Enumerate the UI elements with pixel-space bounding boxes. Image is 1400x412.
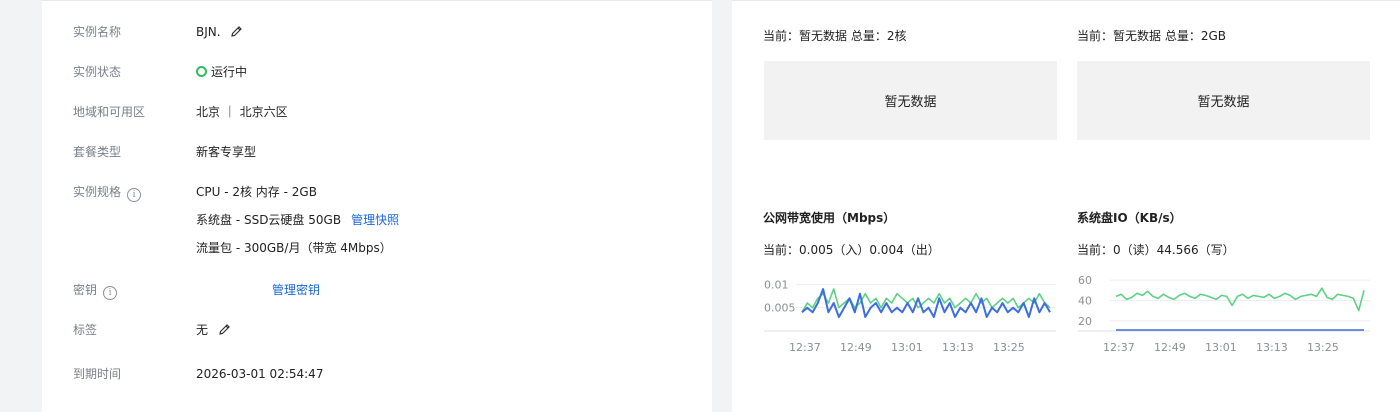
detail-label: 实例名称 xyxy=(73,25,122,39)
detail-row-status: 实例状态 运行中 xyxy=(73,64,247,80)
detail-row-package: 套餐类型 新客专享型 xyxy=(73,144,256,160)
detail-label: 实例规格 xyxy=(73,185,122,199)
expire-value: 2026-03-01 02:54:47 xyxy=(196,367,324,381)
detail-row-tags: 标签 无 xyxy=(73,322,230,338)
bandwidth-chart[interactable]: 0.01 0.005 12:37 12:49 13:01 13:13 13:25 xyxy=(760,271,1060,357)
cpu-current: 当前：暂无数据 总量：2核 xyxy=(763,29,907,43)
x-tick-label: 13:13 xyxy=(1256,341,1288,354)
detail-row-region: 地域和可用区 北京 ｜ 北京六区 xyxy=(73,104,288,120)
manage-key-link[interactable]: 管理密钥 xyxy=(272,283,320,297)
x-tick-label: 13:13 xyxy=(942,341,974,354)
detail-row-expire: 到期时间 2026-03-01 02:54:47 xyxy=(73,366,323,382)
monitoring-panel: 当前：暂无数据 总量：2核 暂无数据 当前：暂无数据 总量：2GB 暂无数据 公… xyxy=(732,0,1400,412)
y-tick-label: 60 xyxy=(1078,274,1092,287)
detail-label: 套餐类型 xyxy=(73,145,122,159)
diskio-chart[interactable]: 60 40 20 12:37 12:49 13:01 13:13 13:25 xyxy=(1074,271,1374,357)
x-tick-label: 13:25 xyxy=(1307,341,1339,354)
region-value: 北京 ｜ 北京六区 xyxy=(196,105,288,119)
x-tick-label: 12:37 xyxy=(789,341,821,354)
spec-traffic: 流量包 - 300GB/月（带宽 4Mbps） xyxy=(196,241,392,255)
detail-label: 实例状态 xyxy=(73,65,122,79)
x-tick-label: 12:49 xyxy=(840,341,872,354)
detail-row-key: 密钥 i 管理密钥 xyxy=(73,282,320,300)
x-tick-label: 12:49 xyxy=(1154,341,1186,354)
diskio-title: 系统盘IO（KB/s） xyxy=(1077,211,1182,225)
x-tick-label: 12:37 xyxy=(1103,341,1135,354)
running-status-icon xyxy=(196,66,207,77)
series-line-1 xyxy=(801,288,1051,318)
y-tick-label: 0.01 xyxy=(764,278,789,291)
spec-cpu-mem: CPU - 2核 内存 - 2GB xyxy=(196,185,317,199)
instance-details-panel: 实例名称 BJN. 实例状态 运行中 地域和可用区 北京 ｜ 北京六区 套餐类型… xyxy=(42,0,712,412)
x-tick-label: 13:25 xyxy=(993,341,1025,354)
info-icon[interactable]: i xyxy=(103,286,118,300)
edit-name-pencil-icon[interactable] xyxy=(230,25,243,42)
manage-snapshot-link[interactable]: 管理快照 xyxy=(351,213,399,227)
cpu-nodata-box: 暂无数据 xyxy=(764,61,1057,140)
detail-label: 地域和可用区 xyxy=(73,105,146,119)
info-icon[interactable]: i xyxy=(127,188,142,202)
diskio-current: 当前：0（读）44.566（写） xyxy=(1077,243,1235,257)
spec-disk: 系统盘 - SSD云硬盘 50GB xyxy=(196,213,342,227)
package-value: 新客专享型 xyxy=(196,145,257,159)
detail-label: 标签 xyxy=(73,323,98,337)
mem-nodata-text: 暂无数据 xyxy=(1197,95,1250,110)
x-tick-label: 13:01 xyxy=(891,341,923,354)
bandwidth-title: 公网带宽使用（Mbps） xyxy=(763,211,896,225)
detail-label: 到期时间 xyxy=(73,367,122,381)
detail-label: 密钥 xyxy=(73,283,98,297)
edit-tags-pencil-icon[interactable] xyxy=(218,323,231,340)
x-tick-label: 13:01 xyxy=(1205,341,1237,354)
tags-value: 无 xyxy=(196,323,209,337)
y-tick-label: 40 xyxy=(1078,294,1092,307)
y-tick-label: 0.005 xyxy=(764,302,796,315)
mem-nodata-box: 暂无数据 xyxy=(1077,61,1370,140)
mem-current: 当前：暂无数据 总量：2GB xyxy=(1077,29,1226,43)
y-tick-label: 20 xyxy=(1078,315,1092,328)
cpu-nodata-text: 暂无数据 xyxy=(884,95,937,110)
instance-name-value: BJN. xyxy=(196,25,221,39)
series-line-0 xyxy=(1115,287,1365,312)
detail-row-name: 实例名称 BJN. xyxy=(73,24,243,40)
bandwidth-current: 当前：0.005（入）0.004（出） xyxy=(763,243,940,257)
status-value: 运行中 xyxy=(211,65,248,79)
detail-row-spec: 实例规格 i CPU - 2核 内存 - 2GB 系统盘 - SSD云硬盘 50G… xyxy=(73,184,399,255)
